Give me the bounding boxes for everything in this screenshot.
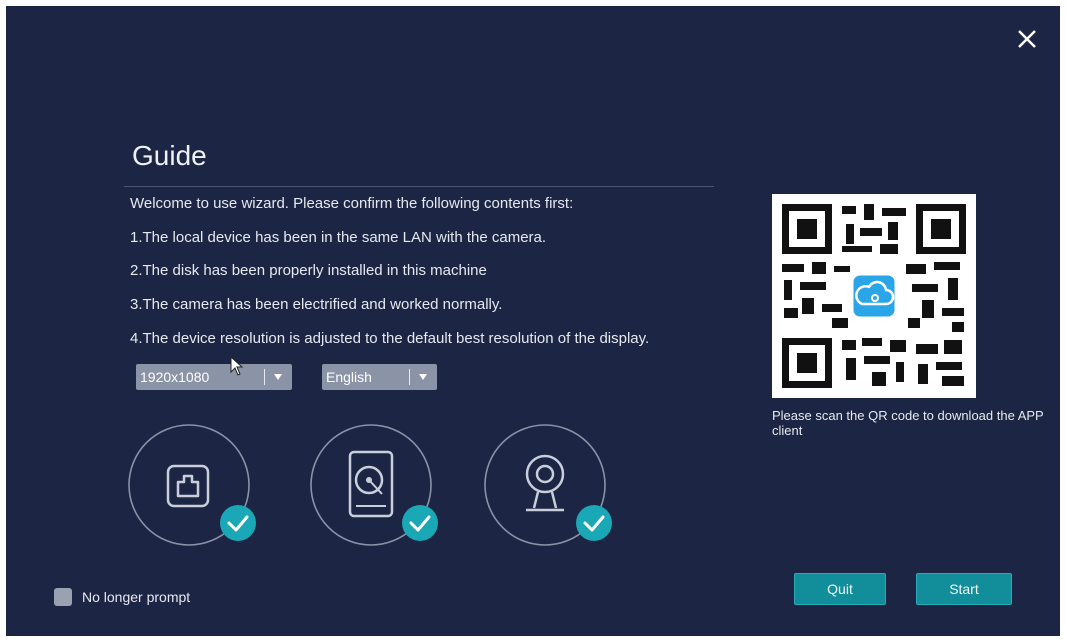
select-separator [264, 369, 265, 385]
chevron-down-icon [274, 374, 282, 380]
guide-item-1: 1.The local device has been in the same … [130, 229, 547, 246]
start-button[interactable]: Start [916, 573, 1012, 605]
network-icon [166, 464, 210, 508]
dialog-title: Guide [132, 140, 207, 171]
check-icon [220, 505, 256, 541]
language-select[interactable]: English [322, 364, 437, 390]
no-longer-prompt-label: No longer prompt [82, 589, 191, 605]
select-separator [409, 369, 410, 385]
guide-item-2: 2.The disk has been properly installed i… [130, 262, 487, 279]
close-icon[interactable] [1014, 26, 1040, 52]
guide-item-4: 4.The device resolution is adjusted to t… [130, 330, 650, 347]
check-icon [402, 505, 438, 541]
camera-status [484, 424, 612, 546]
mouse-cursor-icon [230, 356, 244, 376]
quit-button[interactable]: Quit [794, 573, 886, 605]
network-status [128, 424, 256, 546]
cloud-icon [850, 272, 898, 320]
check-icon [576, 505, 612, 541]
no-longer-prompt-checkbox[interactable] [54, 588, 72, 606]
resolution-select[interactable]: 1920x1080 [136, 364, 292, 390]
guide-dialog: Guide Welcome to use wizard. Please conf… [6, 6, 1060, 636]
chevron-down-icon [419, 374, 427, 380]
qr-caption: Please scan the QR code to download the … [772, 408, 1044, 438]
camera-icon [525, 454, 565, 512]
language-value: English [326, 369, 372, 385]
intro-text: Welcome to use wizard. Please confirm th… [130, 195, 574, 212]
disk-status [310, 424, 438, 546]
resolution-value: 1920x1080 [140, 369, 210, 385]
qr-code [772, 194, 976, 398]
guide-item-3: 3.The camera has been electrified and wo… [130, 296, 503, 313]
title-divider [124, 186, 714, 187]
hard-disk-icon [348, 450, 394, 518]
